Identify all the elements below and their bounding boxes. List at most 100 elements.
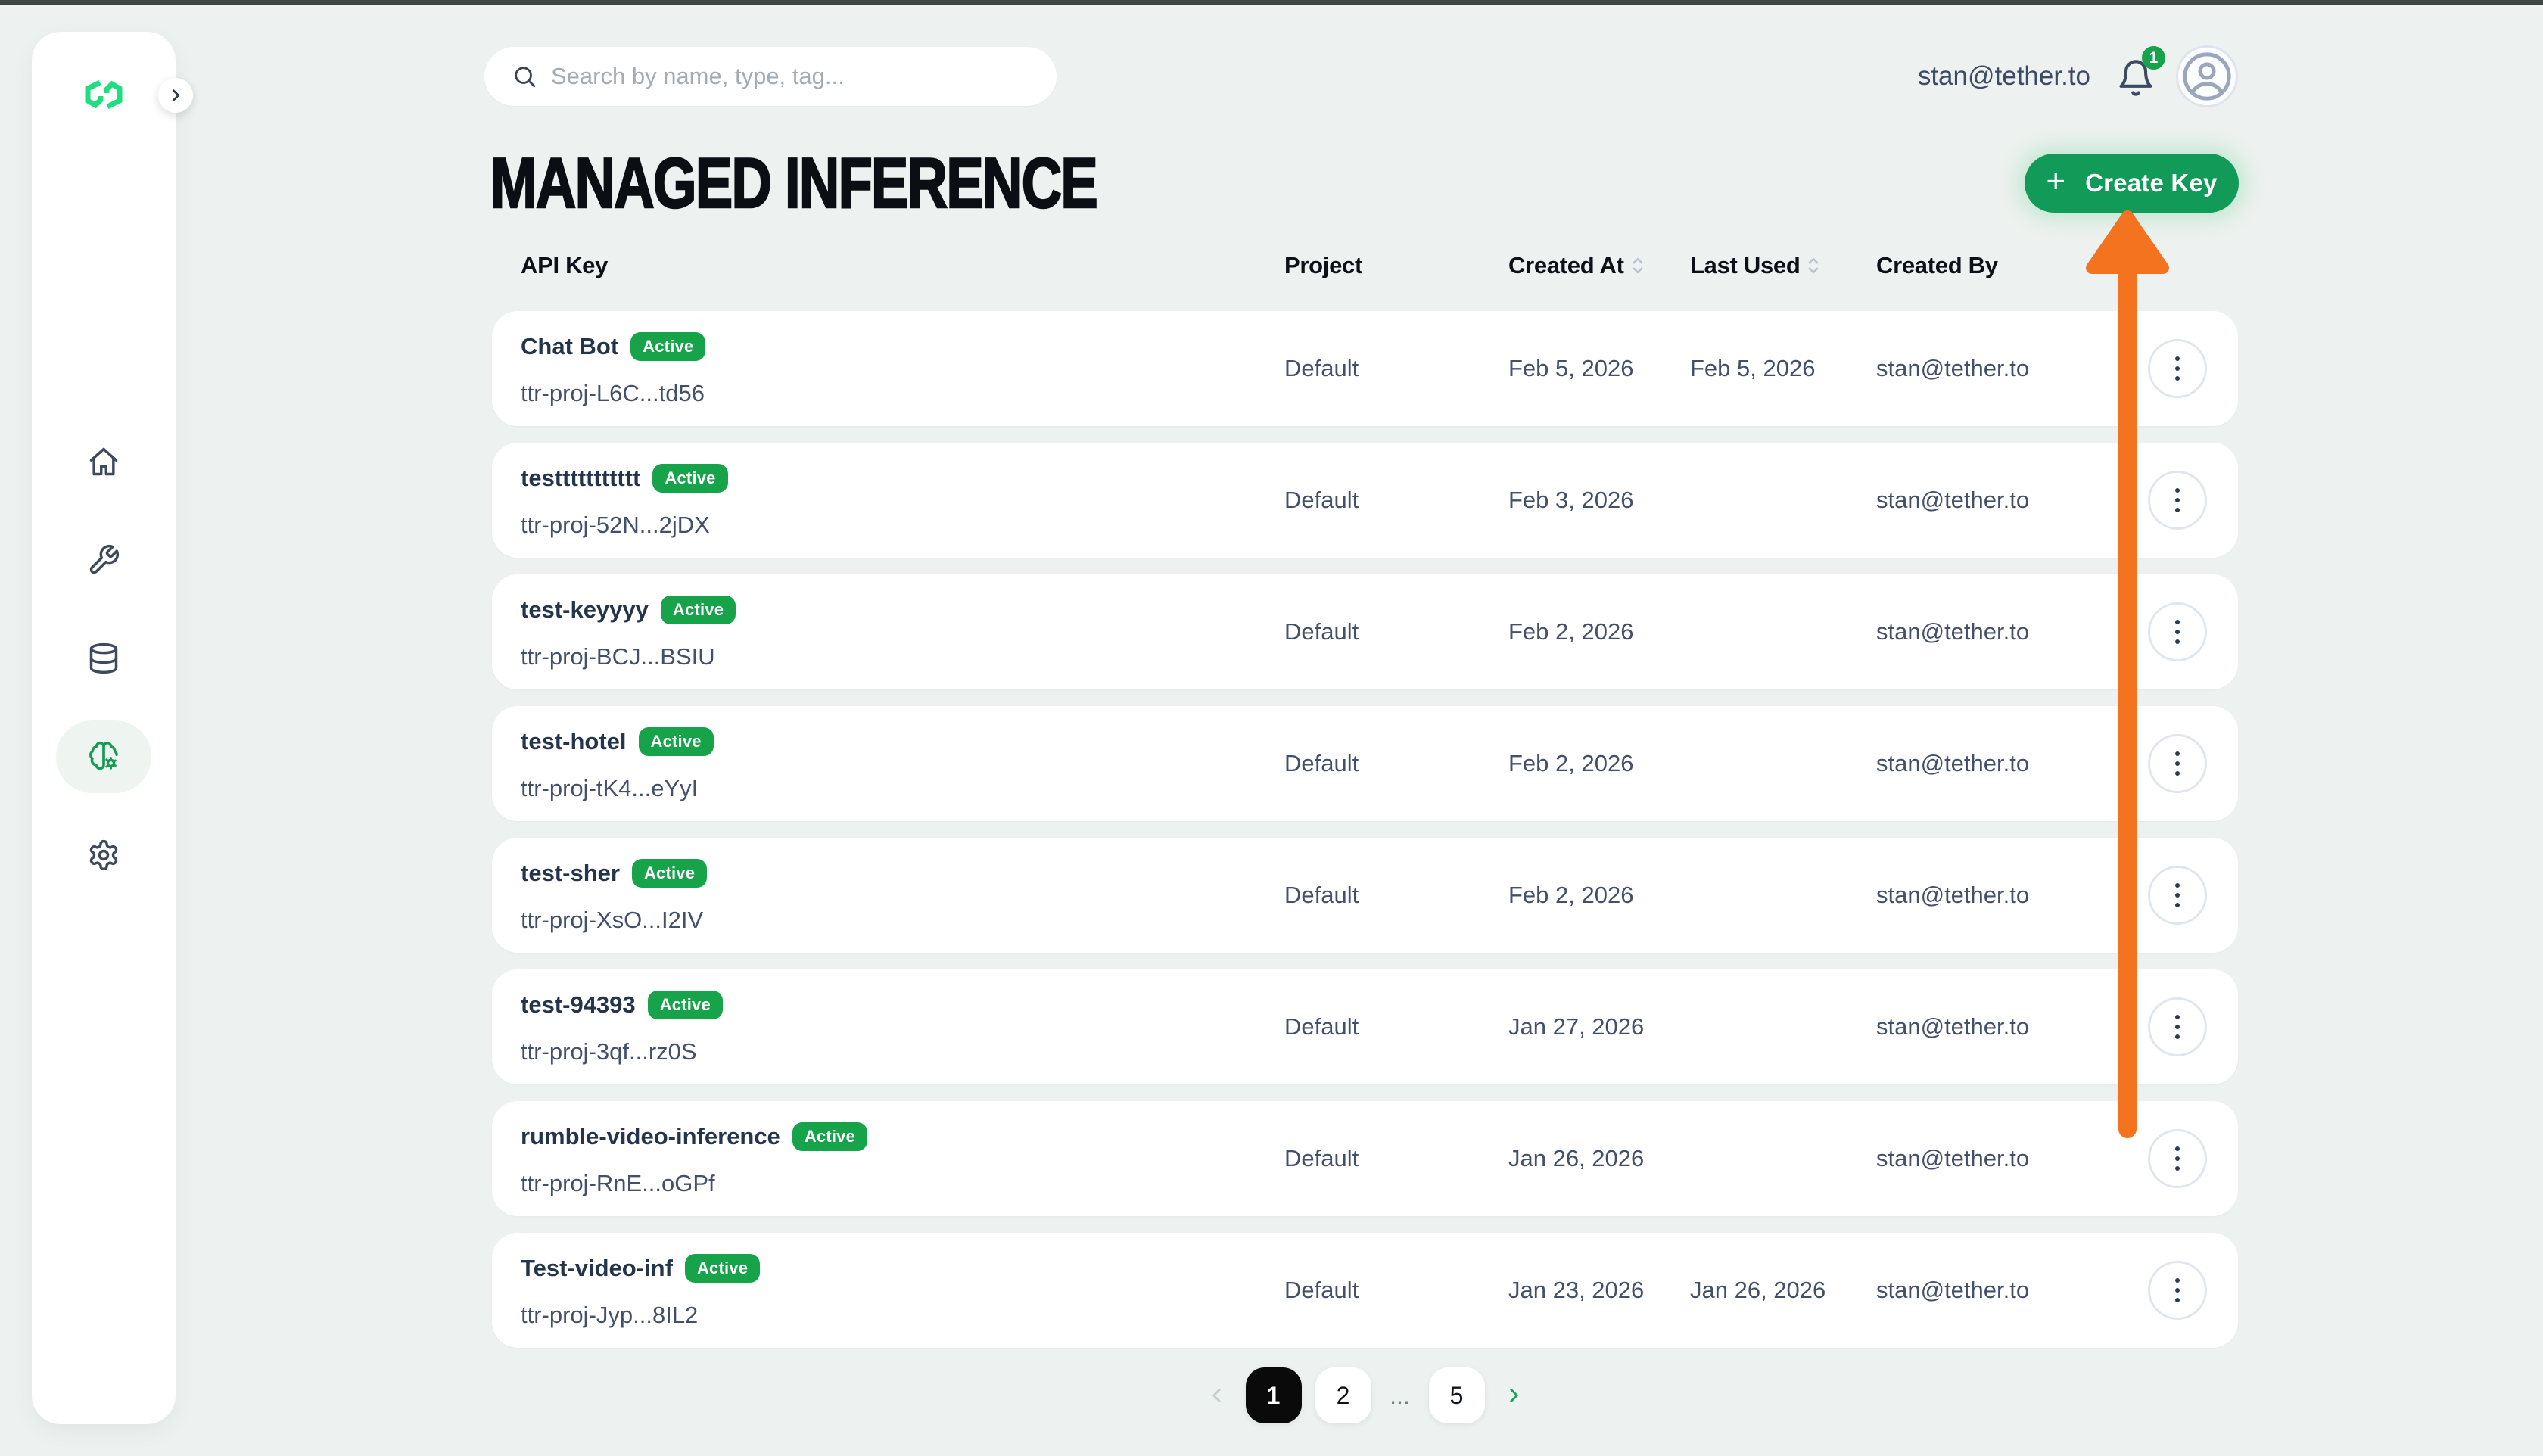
sidebar-expand-button[interactable] (158, 78, 193, 113)
kebab-dot (2175, 903, 2180, 907)
avatar[interactable] (2176, 45, 2238, 107)
kebab-dot (2175, 771, 2180, 776)
row-actions-menu-button[interactable] (2148, 1129, 2207, 1188)
plus-icon: + (2046, 165, 2065, 198)
created-by-cell: stan@tether.to (1876, 969, 2029, 1084)
create-key-button[interactable]: + Create Key (2025, 154, 2239, 213)
row-actions-menu-button[interactable] (2148, 339, 2207, 398)
sidebar-item-tools[interactable] (56, 524, 151, 596)
pagination-pages: 12... 5 (1246, 1367, 1485, 1423)
api-key-name: Test-video-inf (521, 1255, 673, 1282)
column-header-api-key: API Key (521, 247, 608, 285)
sidebar-item-managed-inference[interactable] (56, 720, 151, 793)
sidebar-item-data[interactable] (56, 622, 151, 695)
user-avatar-icon (2180, 50, 2233, 103)
api-key-name: test-94393 (521, 991, 636, 1019)
status-badge: Active (648, 991, 723, 1019)
row-actions-menu-button[interactable] (2148, 1261, 2207, 1320)
chevron-right-icon (1504, 1386, 1524, 1405)
sidebar-item-home[interactable] (56, 425, 151, 498)
row-actions-menu-button[interactable] (2148, 602, 2207, 661)
created-by-cell: stan@tether.to (1876, 443, 2029, 558)
sort-icon[interactable] (1807, 255, 1819, 276)
created-at-cell: Feb 3, 2026 (1508, 443, 1633, 558)
kebab-dot (2175, 883, 2180, 888)
status-badge: Active (652, 464, 727, 493)
table-row: test-keyyyy Active ttr-proj-BCJ...BSIU D… (492, 574, 2238, 689)
column-header-last-used[interactable]: Last Used (1690, 247, 1819, 285)
search-bar[interactable] (484, 47, 1057, 106)
created-by-cell: stan@tether.to (1876, 1101, 2029, 1216)
pagination-next-button[interactable] (1499, 1367, 1529, 1423)
kebab-dot (2175, 639, 2180, 644)
notifications-button[interactable]: 1 (2116, 58, 2155, 98)
top-edge-strip (0, 0, 2543, 5)
api-key-name-cell: test-hotel Active (521, 726, 714, 758)
search-input[interactable] (551, 63, 1044, 90)
created-by-cell: stan@tether.to (1876, 1233, 2029, 1348)
api-key-name: test-hotel (521, 728, 627, 755)
column-header-created-by: Created By (1876, 247, 1998, 285)
api-key-name: Chat Bot (521, 333, 618, 360)
chevron-right-icon (167, 87, 184, 104)
api-key-id: ttr-proj-BCJ...BSIU (521, 641, 715, 673)
column-header-project: Project (1284, 247, 1362, 285)
row-actions-menu-button[interactable] (2148, 734, 2207, 793)
table-row: Test-video-inf Active ttr-proj-Jyp...8IL… (492, 1233, 2238, 1348)
api-key-name-cell: test-94393 Active (521, 989, 723, 1021)
kebab-dot (2175, 1146, 2180, 1151)
kebab-dot (2175, 376, 2180, 381)
status-badge: Active (630, 332, 705, 361)
created-at-cell: Jan 27, 2026 (1508, 969, 1644, 1084)
api-key-id: ttr-proj-L6C...td56 (521, 378, 705, 409)
api-key-name-cell: testtttttttttt Active (521, 462, 728, 494)
row-actions-menu-button[interactable] (2148, 866, 2207, 925)
created-by-cell: stan@tether.to (1876, 706, 2029, 821)
table-row: testtttttttttt Active ttr-proj-52N...2jD… (492, 443, 2238, 558)
table-row: test-sher Active ttr-proj-XsO...I2IV Def… (492, 838, 2238, 953)
created-at-cell: Feb 5, 2026 (1508, 311, 1633, 426)
api-key-name-cell: test-keyyyy Active (521, 594, 736, 626)
project-cell: Default (1284, 443, 1359, 558)
pagination-page-1[interactable]: 1 (1246, 1367, 1302, 1423)
sort-icon[interactable] (1632, 255, 1644, 276)
created-by-cell: stan@tether.to (1876, 311, 2029, 426)
pagination-ellipsis: ... (1385, 1382, 1415, 1410)
database-icon (87, 642, 120, 675)
sidebar (32, 32, 176, 1424)
home-icon (87, 445, 120, 478)
api-key-name: test-sher (521, 860, 620, 887)
sidebar-item-settings[interactable] (56, 819, 151, 891)
pagination: 12... 5 (492, 1367, 2238, 1423)
user-email: stan@tether.to (1918, 60, 2090, 93)
project-cell: Default (1284, 706, 1359, 821)
wrench-icon (87, 543, 120, 577)
row-actions-menu-button[interactable] (2148, 471, 2207, 530)
status-badge: Active (792, 1122, 867, 1151)
brain-gear-icon (87, 740, 120, 773)
project-cell: Default (1284, 1233, 1359, 1348)
chevron-left-icon (1207, 1386, 1227, 1405)
kebab-dot (2175, 893, 2180, 898)
kebab-dot (2175, 498, 2180, 502)
kebab-dot (2175, 1156, 2180, 1161)
pagination-page-5[interactable]: 5 (1429, 1367, 1485, 1423)
created-at-cell: Feb 2, 2026 (1508, 706, 1633, 821)
column-header-created-at[interactable]: Created At (1508, 247, 1644, 285)
status-badge: Active (685, 1254, 760, 1283)
api-key-name-cell: test-sher Active (521, 857, 707, 889)
table-header-row: API Key Project Created At Last Used Cre… (492, 247, 2238, 285)
pagination-prev-button[interactable] (1202, 1367, 1232, 1423)
project-cell: Default (1284, 311, 1359, 426)
row-actions-menu-button[interactable] (2148, 997, 2207, 1056)
api-key-id: ttr-proj-52N...2jDX (521, 509, 710, 541)
kebab-dot (2175, 630, 2180, 634)
status-badge: Active (661, 596, 736, 624)
pagination-page-2[interactable]: 2 (1315, 1367, 1371, 1423)
kebab-dot (2175, 751, 2180, 756)
created-at-cell: Feb 2, 2026 (1508, 838, 1633, 953)
settings-gear-icon (87, 838, 120, 872)
kebab-dot (2175, 1025, 2180, 1029)
created-at-cell: Feb 2, 2026 (1508, 574, 1633, 689)
kebab-dot (2175, 1015, 2180, 1019)
